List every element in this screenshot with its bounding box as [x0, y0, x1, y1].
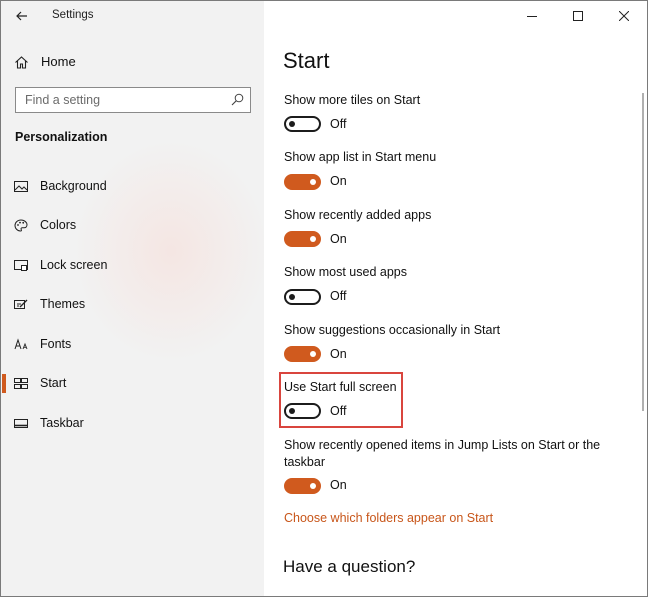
sidebar-item-label: Background: [40, 179, 107, 193]
toggle-most-used[interactable]: [284, 289, 321, 305]
setting-label-app-list: Show app list in Start menu: [284, 150, 437, 164]
setting-label-recently-added: Show recently added apps: [284, 208, 432, 222]
toggle-knob: [289, 294, 295, 300]
toggle-state-label: On: [330, 232, 347, 246]
close-button[interactable]: [601, 1, 647, 31]
palette-icon: [14, 219, 28, 232]
toggle-knob: [310, 236, 316, 242]
sidebar-item-start[interactable]: Start: [1, 366, 264, 400]
toggle-jump-lists[interactable]: [284, 478, 321, 494]
toggle-knob: [289, 408, 295, 414]
sidebar-item-background[interactable]: Background: [1, 169, 264, 203]
window-controls: [509, 1, 647, 31]
toggle-suggestions[interactable]: [284, 346, 321, 362]
lock-screen-icon: [14, 260, 28, 271]
sidebar-item-label: Lock screen: [40, 258, 108, 272]
choose-folders-link[interactable]: Choose which folders appear on Start: [284, 511, 493, 525]
start-icon: [14, 378, 28, 389]
setting-label-full-screen: Use Start full screen: [284, 380, 397, 394]
setting-label-most-used: Show most used apps: [284, 265, 407, 279]
setting-label-jump-lists: Show recently opened items in Jump Lists…: [284, 438, 601, 469]
toggle-more-tiles[interactable]: [284, 116, 321, 132]
toggle-state-label: Off: [330, 289, 347, 303]
setting-label-suggestions: Show suggestions occasionally in Start: [284, 323, 501, 337]
page-title: Start: [283, 48, 330, 73]
search-input[interactable]: [16, 88, 226, 112]
sidebar-item-taskbar[interactable]: Taskbar: [1, 406, 264, 440]
home-nav[interactable]: Home: [1, 48, 264, 76]
toggle-state-label: Off: [330, 117, 347, 131]
sidebar-item-themes[interactable]: Themes: [1, 287, 264, 321]
toggle-recently-added[interactable]: [284, 231, 321, 247]
toggle-state-label: Off: [330, 404, 347, 418]
setting-label-more-tiles: Show more tiles on Start: [284, 93, 421, 107]
back-button[interactable]: [9, 4, 35, 28]
sidebar-item-fonts[interactable]: Fonts: [1, 327, 264, 361]
title-bar: Settings: [1, 1, 264, 31]
toggle-knob: [310, 483, 316, 489]
toggle-knob: [289, 121, 295, 127]
sidebar-item-lock-screen[interactable]: Lock screen: [1, 248, 264, 282]
settings-window: Settings Home Personalization Background: [0, 0, 648, 597]
main-content: Start Show more tiles on Start Off Show …: [264, 1, 647, 596]
app-title: Settings: [52, 9, 94, 21]
minimize-button[interactable]: [509, 1, 555, 31]
toggle-app-list[interactable]: [284, 174, 321, 190]
maximize-icon: [573, 11, 583, 21]
sidebar-item-label: Colors: [40, 218, 77, 232]
section-title: Personalization: [15, 130, 108, 144]
scrollbar[interactable]: [642, 93, 644, 411]
sidebar: Settings Home Personalization Background: [1, 1, 264, 596]
selection-indicator: [2, 374, 6, 393]
fonts-icon: [14, 338, 28, 350]
sidebar-item-label: Taskbar: [40, 416, 84, 430]
toggle-state-label: On: [330, 347, 347, 361]
maximize-button[interactable]: [555, 1, 601, 31]
sidebar-item-label: Fonts: [40, 337, 72, 351]
search-box[interactable]: [15, 87, 251, 113]
sidebar-item-label: Start: [40, 376, 67, 390]
toggle-knob: [310, 179, 316, 185]
sidebar-item-label: Themes: [40, 297, 86, 311]
taskbar-icon: [14, 419, 28, 428]
home-icon: [15, 56, 28, 69]
toggle-state-label: On: [330, 478, 347, 492]
toggle-full-screen[interactable]: [284, 403, 321, 419]
search-icon[interactable]: [231, 93, 244, 106]
picture-icon: [14, 181, 28, 192]
toggle-knob: [310, 351, 316, 357]
themes-icon: [14, 299, 28, 309]
sidebar-item-colors[interactable]: Colors: [1, 208, 264, 242]
back-arrow-icon: [16, 11, 27, 21]
close-icon: [619, 11, 629, 21]
minimize-icon: [527, 16, 537, 17]
home-label: Home: [41, 54, 76, 69]
have-a-question-heading: Have a question?: [283, 557, 416, 576]
toggle-state-label: On: [330, 174, 347, 188]
